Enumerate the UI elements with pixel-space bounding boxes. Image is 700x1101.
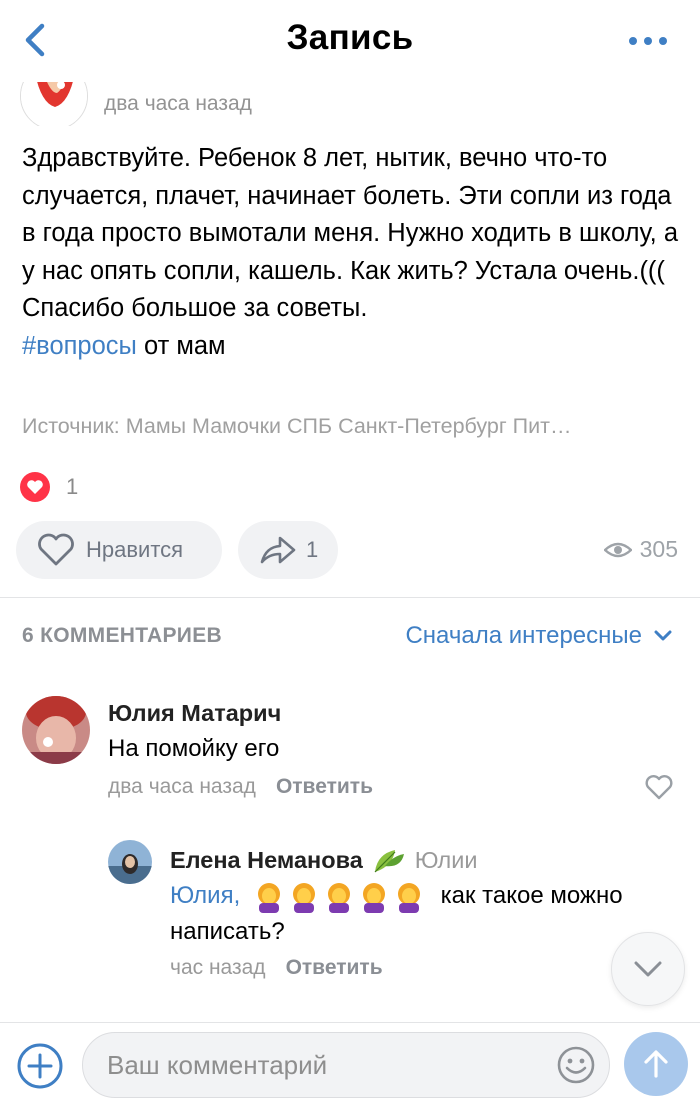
- facepalm-woman-emoji-icon: [327, 882, 350, 913]
- avatar[interactable]: [108, 840, 152, 884]
- like-label: Нравится: [86, 537, 184, 562]
- reply-to-name[interactable]: Юлии: [415, 847, 478, 874]
- more-options-icon[interactable]: [628, 36, 668, 46]
- share-count: 1: [306, 537, 319, 562]
- divider: [0, 597, 700, 598]
- facepalm-woman-emoji-icon: [292, 882, 315, 913]
- comment-composer: [0, 1022, 700, 1101]
- heart-badge-icon: [20, 472, 50, 502]
- chevron-down-icon: [654, 630, 672, 641]
- comment-text: На помойку его: [108, 735, 280, 762]
- views-counter: 305: [603, 536, 678, 563]
- comment-meta: час назад Ответить: [170, 956, 383, 980]
- sort-label: Сначала интересные: [405, 622, 642, 649]
- facepalm-woman-emoji-icon: [397, 882, 420, 913]
- avatar[interactable]: [22, 696, 90, 764]
- comment-author-line: Елена Неманова Юлии: [170, 846, 477, 874]
- post-source-link[interactable]: Источник: Мамы Мамочки СПБ Санкт-Петербу…: [22, 414, 682, 439]
- comment-time: час назад: [170, 956, 266, 979]
- post-text: Здравствуйте. Ребенок 8 лет, нытик, вечн…: [22, 144, 679, 322]
- share-arrow-icon: [260, 536, 296, 564]
- hashtag-suffix: от мам: [136, 331, 226, 360]
- comment-text: Юлия, как такое можно написать?: [170, 878, 670, 950]
- eye-icon: [603, 542, 632, 557]
- comment-meta: два часа назад Ответить: [108, 775, 373, 799]
- hashtag-link[interactable]: #вопросы: [22, 332, 137, 360]
- add-attachment-icon[interactable]: [16, 1042, 64, 1090]
- user-photo-icon: [22, 696, 90, 764]
- arrow-up-icon: [644, 1050, 668, 1078]
- reply-button[interactable]: Ответить: [286, 956, 383, 979]
- heart-outline-icon: [38, 533, 74, 566]
- post-body: Здравствуйте. Ребенок 8 лет, нытик, вечн…: [22, 140, 682, 365]
- emoji-smile-icon[interactable]: [556, 1045, 596, 1085]
- like-button[interactable]: Нравится: [16, 521, 222, 579]
- comment-text-line2: написать?: [170, 918, 285, 945]
- send-button[interactable]: [624, 1032, 688, 1096]
- reactions-count: 1: [66, 474, 79, 499]
- user-photo-icon: [108, 840, 152, 884]
- page-title: Запись: [286, 18, 414, 57]
- views-count: 305: [639, 536, 678, 562]
- comment-author[interactable]: Елена Неманова: [170, 847, 363, 874]
- comment-input[interactable]: [82, 1032, 610, 1098]
- comment-like-icon[interactable]: [644, 773, 674, 801]
- post-time: два часа назад: [104, 92, 252, 115]
- sort-dropdown[interactable]: Сначала интересные: [405, 622, 672, 650]
- reply-button[interactable]: Ответить: [276, 775, 373, 798]
- top-nav-bar: Запись: [0, 0, 700, 82]
- facepalm-woman-emoji-icon: [257, 882, 280, 913]
- emoji-group: [253, 881, 428, 913]
- share-button[interactable]: 1: [238, 521, 338, 579]
- comment-author[interactable]: Юлия Матарич: [108, 700, 281, 727]
- facepalm-woman-emoji-icon: [362, 882, 385, 913]
- leaf-icon: [374, 850, 404, 873]
- mention-link[interactable]: Юлия,: [170, 882, 240, 909]
- chevron-down-icon: [634, 961, 662, 977]
- comment-time: два часа назад: [108, 775, 256, 798]
- reactions-summary[interactable]: 1: [20, 471, 78, 503]
- comments-count: 6 КОММЕНТАРИЕВ: [22, 624, 222, 647]
- comment-text-after: как такое можно: [440, 882, 623, 909]
- scroll-down-button[interactable]: [611, 932, 685, 1006]
